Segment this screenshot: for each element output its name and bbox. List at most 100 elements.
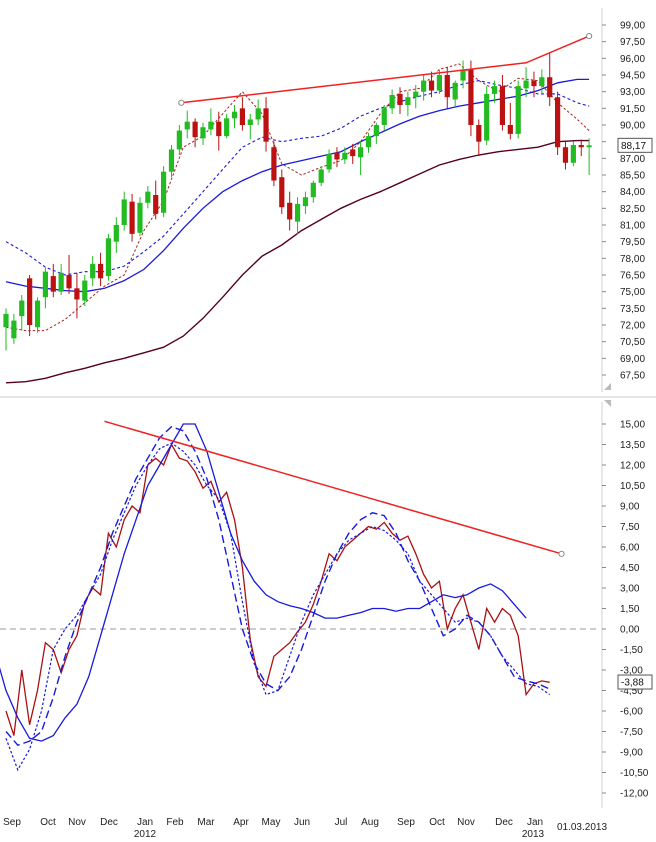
candle-body [263,108,269,142]
price-candle [515,80,521,139]
candle-body [547,77,553,98]
candle-body [491,86,498,94]
x-axis-current-date-label: 01.03.2013 [557,822,607,833]
price-y-tick-label: 85,50 [620,171,645,182]
price-candle [271,141,277,187]
price-candle [570,141,576,167]
osc-y-tick-label: -7,50 [620,727,643,738]
candle-body [484,93,490,141]
x-axis-month-label: Aug [361,817,379,828]
osc-y-tick-label: 4,50 [620,563,640,574]
candle-body [586,145,592,148]
osc-y-tick-label: 6,00 [620,543,640,554]
candle-body [137,202,143,233]
price-y-tick-label: 75,00 [620,287,645,298]
price-y-tick-label: 94,50 [620,71,645,82]
candle-body [19,300,25,317]
candle-body [507,125,513,134]
x-axis-month-label: Jan [137,817,153,828]
chart-root: 99,0097,5096,0094,5093,0091,5090,0088,50… [0,0,656,842]
candle-body [555,97,561,148]
candle-body [562,147,569,163]
candle-body [161,171,167,213]
candle-body [192,121,198,138]
trend-line-handle-start [178,99,185,106]
candle-body [58,272,64,292]
osc-y-tick-label: 10,50 [620,481,645,492]
trend-line-handle-end [586,33,593,40]
price-candle [468,60,474,137]
candle-body [50,276,56,292]
candle-body [444,75,450,98]
candle-body [3,313,9,328]
candle-body [255,108,261,120]
candle-body [105,238,112,277]
price-candle [105,233,112,281]
price-candle [161,166,167,218]
osc-y-tick-label: -12,00 [620,789,649,800]
candle-body [294,203,301,222]
candle-body [428,80,435,91]
candle-body [145,191,151,203]
osc-y-tick-label: 15,00 [620,420,645,431]
price-y-tick-label: 91,50 [620,104,645,115]
price-candle [555,91,561,155]
x-axis-month-label: Apr [233,817,249,828]
price-and-oscillator-chart: 99,0097,5096,0094,5093,0091,5090,0088,50… [0,0,656,842]
candle-body [11,320,17,339]
candle-body [287,202,293,220]
price-candle [484,86,490,145]
candle-body [184,121,190,130]
candle-body [247,119,253,125]
candle-body [113,225,119,242]
price-y-tick-label: 99,00 [620,21,645,32]
price-y-tick-label: 93,00 [620,87,645,98]
x-axis-month-label: Sep [3,817,21,828]
price-y-tick-label: 81,00 [620,221,645,232]
price-y-tick-label: 70,50 [620,337,645,348]
candle-body [523,80,529,89]
price-y-tick-label: 76,50 [620,271,645,282]
candle-body [350,149,356,157]
candle-body [452,82,458,100]
candle-body [397,93,403,105]
price-y-tick-label: 96,00 [620,54,645,65]
candle-body [279,177,285,208]
x-axis-month-label: Sep [397,817,415,828]
price-y-tick-label: 67,50 [620,371,645,382]
candle-body [436,75,442,91]
candle-body [66,275,72,289]
osc-y-tick-label: -10,50 [620,768,649,779]
candle-body [334,152,340,160]
price-last-value-label: 88,17 [621,141,646,152]
x-axis-month-label: Jul [335,817,348,828]
candle-body [208,121,214,130]
candle-body [326,153,332,170]
candle-body [153,195,159,214]
candle-body [27,278,33,325]
candle-body [405,97,411,105]
candle-body [531,80,537,87]
candle-body [42,271,48,298]
osc-last-value-label: -3,88 [621,678,644,689]
price-y-tick-label: 84,00 [620,187,645,198]
candle-body [468,69,474,125]
candle-body [216,121,222,137]
candle-body [82,280,88,301]
price-y-tick-label: 78,00 [620,254,645,265]
osc-y-tick-label: -1,50 [620,645,643,656]
candle-body [129,201,135,234]
x-axis-month-label: May [262,817,281,828]
osc-trend-handle-end [558,550,565,557]
candle-body [271,147,277,181]
candle-body [90,263,96,279]
candle-body [342,152,348,160]
candle-body [239,108,245,125]
osc-y-tick-label: 7,50 [620,522,640,533]
candle-body [373,125,379,137]
x-axis-month-label: Jun [294,817,310,828]
osc-y-tick-label: 0,00 [620,625,640,636]
candle-body [224,118,230,137]
candle-body [578,145,584,148]
candle-body [200,127,206,139]
